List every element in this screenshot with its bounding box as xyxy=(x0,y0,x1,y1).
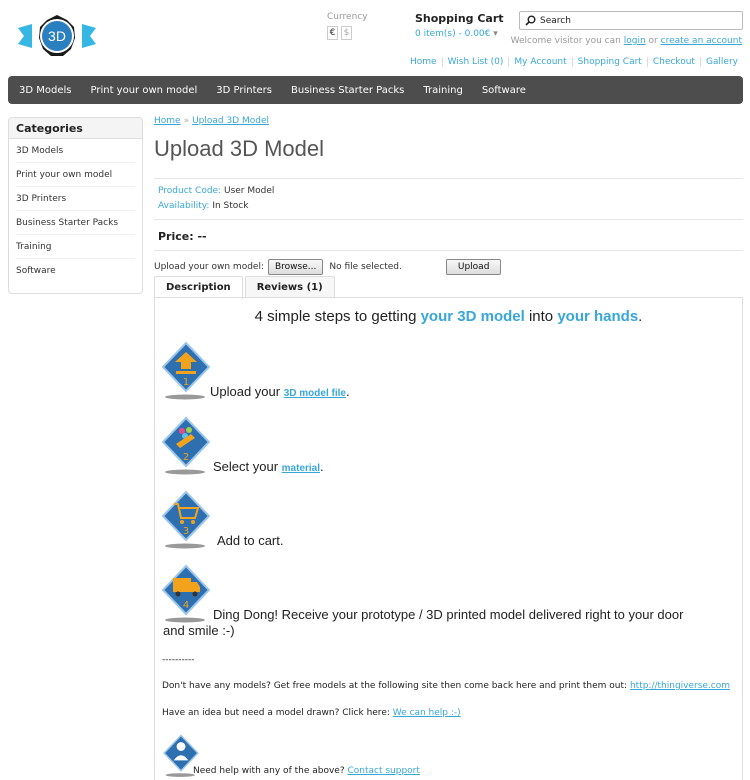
sidebar-item-3d-models[interactable]: 3D Models xyxy=(16,139,135,163)
svg-text:2: 2 xyxy=(183,452,189,463)
nav-item-training[interactable]: Training xyxy=(423,85,462,96)
material-spool-icon: 2 xyxy=(161,416,211,475)
main-nav: 3D Models Print your own model 3D Printe… xyxy=(8,76,743,104)
free-models-text: Don't have any models? Get free models a… xyxy=(162,681,731,691)
divider xyxy=(154,178,743,179)
cart-summary[interactable]: 0 item(s) - 0.00€ ▾ xyxy=(415,29,504,39)
description-panel: 4 simple steps to getting your 3D model … xyxy=(154,297,743,780)
nav-item-print-own-model[interactable]: Print your own model xyxy=(90,85,197,96)
divider xyxy=(154,250,743,251)
login-link[interactable]: login xyxy=(624,36,646,46)
shopping-cart-widget[interactable]: Shopping Cart 0 item(s) - 0.00€ ▾ xyxy=(415,12,504,39)
cart-title: Shopping Cart xyxy=(415,12,504,25)
top-links: Home Wish List (0) My Account Shopping C… xyxy=(405,57,743,67)
breadcrumb-home[interactable]: Home xyxy=(154,116,181,126)
currency-dollar-button[interactable]: $ xyxy=(341,26,352,40)
nav-item-software[interactable]: Software xyxy=(482,85,526,96)
search-input[interactable]: Search xyxy=(540,16,571,26)
sidebar-item-print-own-model[interactable]: Print your own model xyxy=(16,163,135,187)
categories-title: Categories xyxy=(9,118,142,139)
sidebar-item-business-packs[interactable]: Business Starter Packs xyxy=(16,211,135,235)
site-logo[interactable]: 3D xyxy=(18,14,96,66)
breadcrumb-current[interactable]: Upload 3D Model xyxy=(192,116,269,126)
svg-text:4: 4 xyxy=(183,600,189,611)
divider-text: ---------- xyxy=(162,655,195,665)
product-meta: Product Code: User Model Availability: I… xyxy=(158,184,274,214)
search-box[interactable]: Search xyxy=(519,11,743,30)
top-link-home[interactable]: Home xyxy=(405,57,442,67)
nav-item-3d-models[interactable]: 3D Models xyxy=(19,85,71,96)
currency-euro-button[interactable]: € xyxy=(327,26,338,40)
product-code-value: User Model xyxy=(223,186,275,196)
breadcrumb-separator: » xyxy=(183,116,190,126)
upload-arrow-icon: 1 xyxy=(161,341,211,400)
nav-item-business-packs[interactable]: Business Starter Packs xyxy=(291,85,404,96)
contact-support-link[interactable]: Contact support xyxy=(347,766,419,776)
svg-text:3: 3 xyxy=(183,526,189,537)
step-4-text: Ding Dong! Receive your prototype / 3D p… xyxy=(213,607,684,622)
upload-button[interactable]: Upload xyxy=(445,259,502,275)
categories-sidebar: Categories 3D Models Print your own mode… xyxy=(8,117,143,294)
page-title: Upload 3D Model xyxy=(154,136,324,161)
sidebar-item-training[interactable]: Training xyxy=(16,235,135,259)
breadcrumb: Home» Upload 3D Model xyxy=(154,116,269,126)
top-link-cart[interactable]: Shopping Cart xyxy=(571,57,647,67)
cart-icon: 3 xyxy=(161,490,211,549)
product-tabs: Description Reviews (1) xyxy=(154,276,337,299)
sidebar-item-3d-printers[interactable]: 3D Printers xyxy=(16,187,135,211)
we-can-help-link[interactable]: We can help :-) xyxy=(393,708,461,718)
price-display: Price: -- xyxy=(158,230,207,243)
top-link-account[interactable]: My Account xyxy=(508,57,571,67)
delivery-truck-icon: 4 xyxy=(161,564,211,623)
idea-text: Have an idea but need a model drawn? Cli… xyxy=(162,708,461,718)
availability-value: In Stock xyxy=(212,201,249,211)
tab-reviews[interactable]: Reviews (1) xyxy=(244,276,335,298)
top-link-wishlist[interactable]: Wish List (0) xyxy=(441,57,509,67)
svg-text:1: 1 xyxy=(183,377,189,388)
logo-text: 3D xyxy=(48,28,66,44)
3d-model-file-link[interactable]: 3D model file xyxy=(284,388,346,399)
top-link-gallery[interactable]: Gallery xyxy=(699,57,743,67)
currency-label: Currency xyxy=(327,12,368,22)
welcome-message: Welcome visitor you can login or create … xyxy=(510,36,742,46)
upload-row: Upload your own model: Browse... No file… xyxy=(154,259,502,275)
currency-switcher: Currency € $ xyxy=(327,12,368,40)
nav-item-3d-printers[interactable]: 3D Printers xyxy=(216,85,272,96)
material-link[interactable]: material xyxy=(282,463,320,474)
chevron-down-icon: ▾ xyxy=(493,29,498,39)
tab-description[interactable]: Description xyxy=(154,276,243,299)
divider xyxy=(154,219,743,220)
product-code-label: Product Code: xyxy=(158,186,222,196)
file-status: No file selected. xyxy=(329,262,402,272)
create-account-link[interactable]: create an account xyxy=(661,36,742,46)
steps-headline: 4 simple steps to getting your 3D model … xyxy=(254,308,643,325)
thingiverse-link[interactable]: http://thingiverse.com xyxy=(630,681,730,691)
sidebar-item-software[interactable]: Software xyxy=(16,259,135,283)
search-icon[interactable] xyxy=(520,15,540,26)
upload-label: Upload your own model: xyxy=(154,262,264,272)
availability-label: Availability: xyxy=(158,201,210,211)
top-link-checkout[interactable]: Checkout xyxy=(646,57,700,67)
step-4-text-line2: and smile :-) xyxy=(163,623,235,638)
help-text: Need help with any of the above? xyxy=(193,766,348,776)
browse-button[interactable]: Browse... xyxy=(267,259,324,275)
